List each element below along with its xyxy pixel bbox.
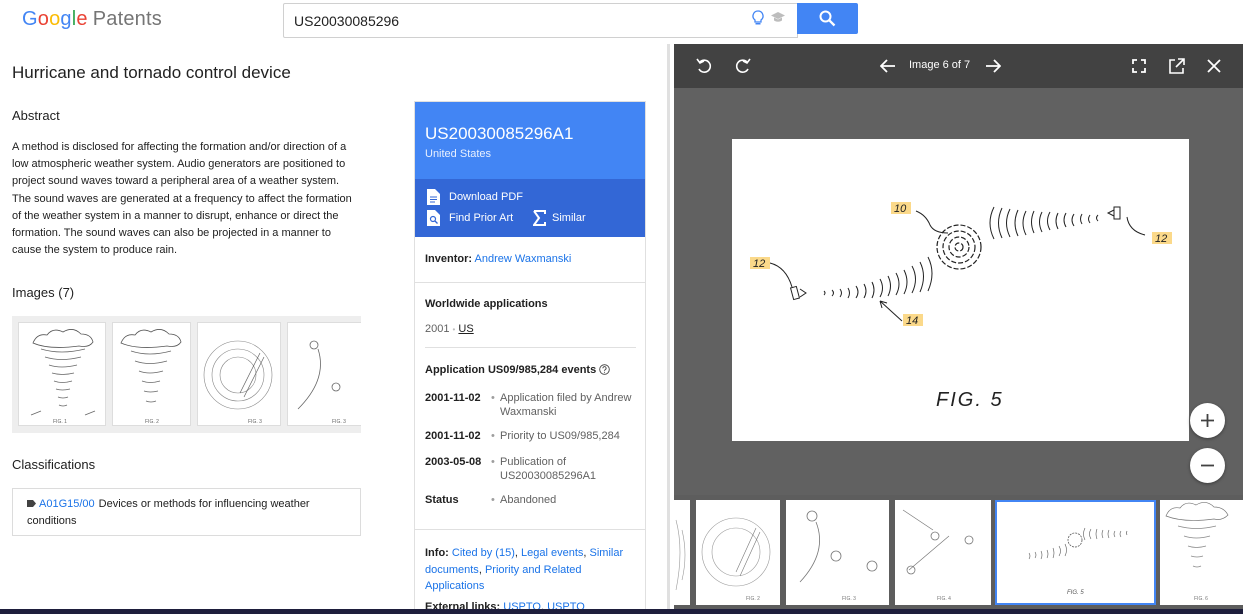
- image-thumbnail[interactable]: FIG. 3: [287, 322, 361, 426]
- svg-text:FIG. 3: FIG. 3: [842, 596, 856, 602]
- close-icon[interactable]: [1207, 59, 1221, 73]
- strip-thumbnail-selected[interactable]: FIG. 5: [995, 500, 1156, 605]
- figure-label: 12: [1155, 233, 1167, 245]
- divider: [425, 347, 636, 348]
- strip-thumbnail[interactable]: FIG. 3: [786, 500, 889, 605]
- classification-code-link[interactable]: A01G15/00: [39, 498, 95, 510]
- figure-label: 10: [894, 203, 907, 215]
- sound-wave-drawing: FIG. 3: [203, 340, 273, 425]
- figure-drawing: 10 12 12 14 FIG. 5: [750, 202, 1172, 411]
- next-image-icon[interactable]: [985, 58, 1001, 74]
- inventor-link[interactable]: Andrew Waxmanski: [475, 253, 572, 265]
- patent-title: Hurricane and tornado control device: [12, 63, 291, 82]
- image-thumbnail[interactable]: FIG. 2: [112, 322, 191, 426]
- classifications-heading: Classifications: [12, 457, 96, 472]
- abstract-text: A method is disclosed for affecting the …: [12, 141, 352, 257]
- rotate-left-icon[interactable]: [696, 57, 713, 74]
- zoom-in-button[interactable]: [1190, 403, 1225, 438]
- images-heading: Images (7): [12, 285, 75, 300]
- event-row: 2001-11-02 • Application filed by Andrew…: [425, 392, 632, 418]
- worldwide-application[interactable]: 2001 • US: [425, 323, 474, 335]
- inventor-row: Inventor: Andrew Waxmanski: [425, 253, 572, 265]
- classification-item: A01G15/00 Devices or methods for influenc…: [12, 488, 361, 536]
- strip-thumbnail[interactable]: [674, 500, 690, 605]
- rotate-right-icon[interactable]: [734, 57, 751, 74]
- zoom-out-button[interactable]: [1190, 448, 1225, 483]
- patent-figure[interactable]: 10 12 12 14 FIG. 5: [732, 139, 1189, 441]
- tornado-drawing: FIG. 1: [30, 329, 96, 425]
- bulb-icon[interactable]: [752, 10, 764, 26]
- minus-icon: [1201, 464, 1214, 467]
- info-links: Info: Cited by (15), Legal events, Simil…: [425, 547, 624, 593]
- event-row: 2001-11-02 • Priority to US09/985,284: [425, 430, 620, 442]
- pdf-file-icon: [427, 189, 440, 205]
- images-carousel[interactable]: FIG. 1 FIG. 2 FIG. 3 FIG. 3: [12, 316, 361, 433]
- search-box: [283, 3, 798, 38]
- device-drawing: FIG. 3: [297, 340, 346, 425]
- similar-button[interactable]: Similar: [533, 210, 613, 226]
- pane-divider[interactable]: [667, 44, 670, 614]
- status-row: Status • Abandoned: [425, 494, 640, 510]
- bottom-bar: [0, 609, 1243, 614]
- publication-number: US20030085296A1: [425, 124, 574, 143]
- graduation-cap-icon[interactable]: [770, 11, 786, 23]
- image-thumbnail[interactable]: FIG. 1: [18, 322, 106, 426]
- viewer-toolbar: Image 6 of 7: [674, 44, 1243, 88]
- strip-thumbnail[interactable]: FIG. 4: [895, 500, 991, 605]
- divider: [415, 529, 645, 530]
- image-counter: Image 6 of 7: [909, 59, 971, 71]
- thumbnail-strip[interactable]: FIG. 2 FIG. 3 FIG. 4 FIG. 5 FIG. 6: [674, 495, 1243, 614]
- tornado-drawing: FIG. 2: [120, 329, 182, 425]
- thumb-label: FIG. 1: [53, 419, 67, 425]
- thumb-label: FIG. 3: [332, 419, 346, 425]
- svg-text:FIG. 6: FIG. 6: [1194, 596, 1208, 602]
- figure-label: 12: [753, 258, 765, 270]
- card-actions: Download PDF Find Prior Art Similar: [415, 179, 645, 237]
- strip-thumbnail[interactable]: FIG. 6: [1160, 500, 1243, 605]
- sigma-icon: [533, 210, 546, 226]
- help-icon[interactable]: [599, 364, 610, 375]
- thumb-label: FIG. 2: [145, 419, 159, 425]
- patent-info-card: US20030085296A1 United States Download P…: [414, 101, 646, 614]
- svg-text:FIG. 4: FIG. 4: [937, 596, 951, 602]
- events-heading: Application US09/985,284 events: [425, 364, 597, 376]
- strip-thumbnail[interactable]: FIG. 2: [696, 500, 780, 605]
- thumb-label: FIG. 3: [248, 419, 262, 425]
- tag-icon: [27, 500, 36, 507]
- download-pdf-button[interactable]: Download PDF: [427, 189, 547, 205]
- legal-events-link[interactable]: Legal events: [521, 547, 583, 559]
- image-thumbnail[interactable]: FIG. 3: [197, 322, 281, 426]
- event-row: 2003-05-08 • Publication of US2003008529…: [425, 456, 597, 482]
- status-value: Abandoned: [500, 494, 557, 506]
- figure-caption: FIG. 5: [936, 389, 1004, 411]
- card-header: US20030085296A1 United States: [415, 102, 645, 179]
- worldwide-heading: Worldwide applications: [425, 298, 548, 310]
- divider: [415, 282, 645, 283]
- prior-art-search-icon: [427, 210, 440, 226]
- publication-country: United States: [425, 148, 492, 160]
- cited-by-link[interactable]: Cited by (15): [452, 547, 515, 559]
- open-in-new-icon[interactable]: [1168, 58, 1185, 75]
- svg-text:FIG. 2: FIG. 2: [746, 596, 760, 602]
- find-prior-art-button[interactable]: Find Prior Art: [427, 210, 527, 226]
- fullscreen-icon[interactable]: [1132, 59, 1146, 73]
- previous-image-icon[interactable]: [880, 58, 896, 74]
- abstract-heading: Abstract: [12, 108, 60, 123]
- image-viewer: Image 6 of 7 10 12 12 14 FIG. 5 FIG. 2 F…: [674, 44, 1243, 614]
- search-button[interactable]: [797, 3, 858, 34]
- search-input[interactable]: [294, 11, 734, 31]
- plus-icon: [1201, 414, 1214, 427]
- figure-label: 14: [906, 315, 918, 327]
- google-patents-logo[interactable]: Google Patents: [22, 8, 162, 31]
- search-icon: [819, 10, 836, 27]
- svg-text:FIG. 5: FIG. 5: [1067, 590, 1084, 596]
- top-header: Google Patents: [0, 0, 1243, 44]
